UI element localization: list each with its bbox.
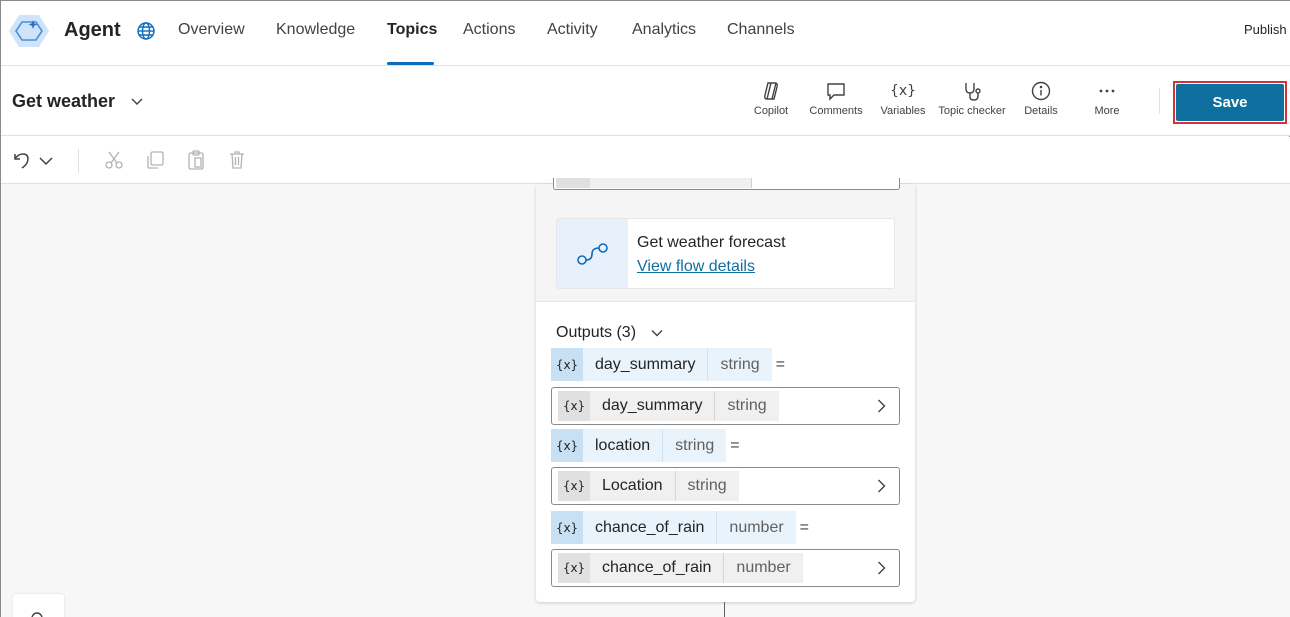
- authoring-canvas[interactable]: Get weather forecast View flow details O…: [1, 178, 1290, 617]
- tab-overview[interactable]: Overview: [178, 21, 245, 39]
- undo-icon[interactable]: [11, 149, 33, 171]
- details-button[interactable]: Details: [1019, 80, 1063, 124]
- output-variable-type: string: [708, 348, 772, 381]
- toolbar-divider: [1159, 88, 1160, 114]
- copilot-label: Copilot: [753, 105, 789, 117]
- topic-checker-button[interactable]: Topic checker: [935, 80, 1009, 124]
- equals-sign: =: [730, 436, 740, 454]
- chevron-right-icon[interactable]: [873, 478, 889, 494]
- tab-knowledge[interactable]: Knowledge: [276, 21, 355, 39]
- output-field-name: Location: [590, 471, 676, 501]
- edit-toolbar: [1, 137, 1290, 184]
- variable-icon: {x}: [551, 511, 583, 544]
- equals-sign: =: [775, 355, 785, 373]
- zoom-controls-partial[interactable]: [13, 594, 64, 617]
- chevron-down-icon[interactable]: [129, 93, 145, 109]
- agent-logo-icon[interactable]: [9, 13, 49, 49]
- variable-icon: {x}: [551, 429, 583, 462]
- action-node-header: Get weather forecast View flow details: [536, 178, 915, 302]
- paste-icon[interactable]: [185, 149, 207, 171]
- output-variable-name: chance_of_rain: [583, 511, 718, 544]
- active-tab-indicator: [387, 62, 434, 65]
- info-icon: [1031, 81, 1051, 101]
- output-field-type: string: [715, 391, 779, 421]
- node-connector-line: [724, 602, 725, 617]
- delete-icon[interactable]: [226, 149, 248, 171]
- output-variable-type: number: [717, 511, 796, 544]
- copilot-icon: [764, 82, 778, 100]
- output-variable-name: location: [583, 429, 664, 462]
- variable-icon: {x}: [558, 391, 590, 421]
- save-button[interactable]: Save: [1176, 84, 1284, 121]
- topic-title-bar: Get weather Copilot Comments {x} Variabl…: [1, 66, 1290, 136]
- copilot-button[interactable]: Copilot: [749, 80, 793, 124]
- more-button[interactable]: More: [1085, 80, 1129, 124]
- flow-info-box: Get weather forecast View flow details: [556, 218, 895, 289]
- output-variable[interactable]: {x} day_summary string =: [551, 348, 785, 381]
- output-field-name: day_summary: [590, 391, 716, 421]
- variable-icon: {x}: [558, 471, 590, 501]
- output-variable-name: day_summary: [583, 348, 709, 381]
- view-flow-details-link[interactable]: View flow details: [637, 258, 755, 276]
- tab-topics[interactable]: Topics: [387, 21, 437, 39]
- output-value-field[interactable]: {x} day_summary string: [551, 387, 900, 425]
- variables-button[interactable]: {x} Variables: [877, 80, 929, 124]
- cut-icon[interactable]: [103, 149, 125, 171]
- more-icon: [1099, 89, 1115, 93]
- variable-icon: {x}: [551, 348, 583, 381]
- output-variable[interactable]: {x} location string =: [551, 429, 740, 462]
- tab-analytics[interactable]: Analytics: [632, 21, 696, 39]
- details-label: Details: [1024, 105, 1058, 117]
- tab-activity[interactable]: Activity: [547, 21, 598, 39]
- chevron-down-icon[interactable]: [37, 149, 55, 171]
- chevron-down-icon[interactable]: [649, 325, 665, 341]
- output-value-field[interactable]: {x} chance_of_rain number: [551, 549, 900, 587]
- tab-channels[interactable]: Channels: [727, 21, 795, 39]
- action-node-card[interactable]: Get weather forecast View flow details O…: [536, 178, 915, 602]
- toolbar-divider: [78, 149, 79, 173]
- equals-sign: =: [799, 518, 810, 536]
- publish-button[interactable]: Publish: [1244, 22, 1287, 37]
- comments-label: Comments: [809, 105, 863, 117]
- stethoscope-icon: [965, 83, 981, 101]
- output-field-type: string: [675, 471, 739, 501]
- variables-icon: {x}: [889, 83, 917, 99]
- outputs-header[interactable]: Outputs (3): [556, 324, 636, 342]
- topic-checker-label: Topic checker: [938, 105, 1006, 117]
- tab-actions[interactable]: Actions: [463, 21, 515, 39]
- copy-icon[interactable]: [144, 149, 166, 171]
- more-label: More: [1094, 105, 1120, 117]
- top-navigation: Agent Overview Knowledge Topics Actions …: [1, 1, 1290, 66]
- flow-name: Get weather forecast: [637, 234, 786, 251]
- output-variable[interactable]: {x} chance_of_rain number =: [551, 511, 809, 544]
- variable-icon: {x}: [558, 553, 590, 583]
- globe-icon: [136, 21, 156, 41]
- topic-title[interactable]: Get weather: [12, 91, 115, 112]
- input-field-partial[interactable]: [553, 178, 900, 190]
- comment-icon: [827, 83, 845, 101]
- output-value-field[interactable]: {x} Location string: [551, 467, 900, 505]
- chevron-right-icon[interactable]: [873, 560, 889, 576]
- comments-button[interactable]: Comments: [807, 80, 865, 124]
- agent-name: Agent: [64, 19, 121, 41]
- variables-label: Variables: [880, 105, 926, 117]
- chevron-right-icon[interactable]: [873, 398, 889, 414]
- output-field-type: number: [724, 553, 803, 583]
- flow-icon: [557, 219, 628, 288]
- output-field-name: chance_of_rain: [590, 553, 725, 583]
- output-variable-type: string: [663, 429, 727, 462]
